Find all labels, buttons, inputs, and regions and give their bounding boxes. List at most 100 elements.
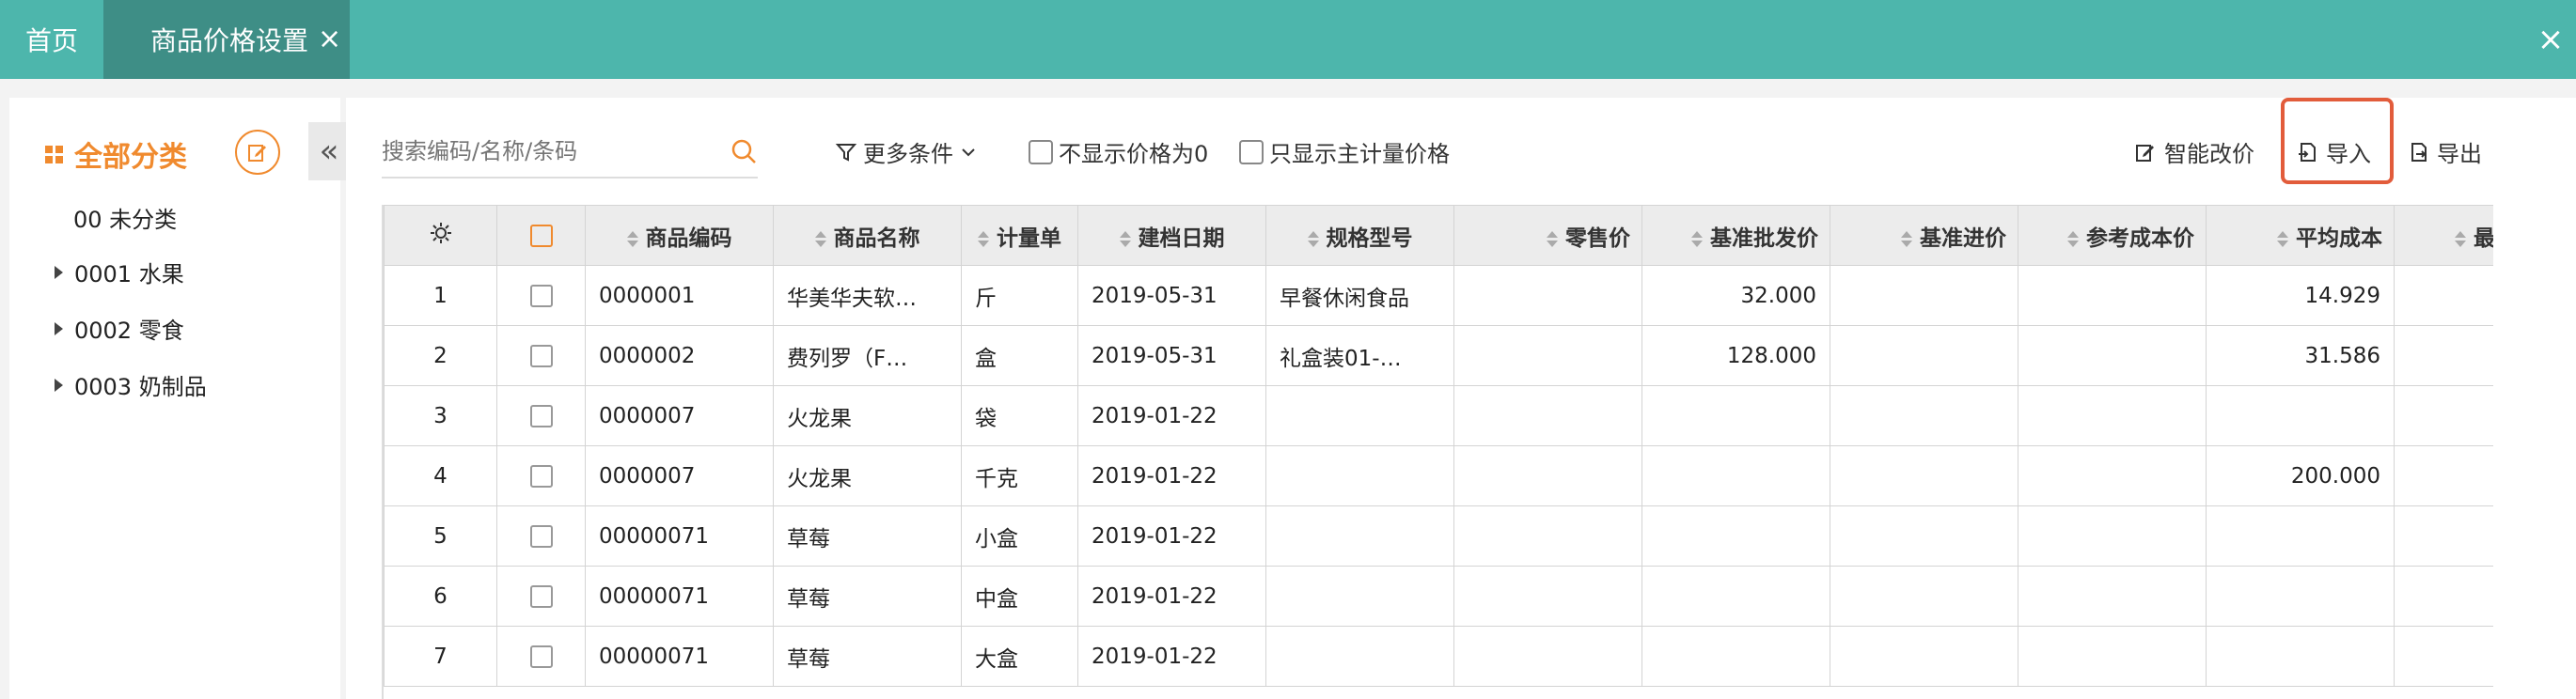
col-header-ref-cost[interactable]: 参考成本价 xyxy=(2018,205,2207,266)
row-select[interactable] xyxy=(496,325,586,386)
cell-ref-cost[interactable] xyxy=(2018,445,2207,506)
cell-ref-cost[interactable] xyxy=(2018,626,2207,687)
row-checkbox[interactable] xyxy=(529,345,553,367)
sort-icon[interactable] xyxy=(2067,230,2079,247)
expand-arrow-icon[interactable] xyxy=(55,378,63,392)
row-checkbox[interactable] xyxy=(529,285,553,307)
cell-retail[interactable] xyxy=(1453,626,1642,687)
edit-category-button[interactable] xyxy=(235,130,280,175)
table-row[interactable]: 7 00000071 草莓 大盒 2019-01-22 xyxy=(384,626,2493,687)
col-header-date[interactable]: 建档日期 xyxy=(1077,205,1266,266)
col-header-name[interactable]: 商品名称 xyxy=(773,205,962,266)
table-row[interactable]: 1 0000001 华美华夫软… 斤 2019-05-31 早餐休闲食品 32.… xyxy=(384,265,2493,326)
window-close-icon[interactable]: × xyxy=(2525,0,2576,79)
cell-retail[interactable] xyxy=(1453,385,1642,446)
tree-item-dairy[interactable]: 0003 奶制品 xyxy=(55,368,207,401)
row-select[interactable] xyxy=(496,265,586,326)
smart-price-button[interactable]: 智能改价 xyxy=(2134,135,2254,168)
cell-ref-cost[interactable] xyxy=(2018,385,2207,446)
sort-icon[interactable] xyxy=(978,230,989,247)
column-settings[interactable] xyxy=(384,205,497,266)
expand-arrow-icon[interactable] xyxy=(55,265,63,279)
row-select[interactable] xyxy=(496,445,586,506)
sort-icon[interactable] xyxy=(1307,230,1319,247)
tree-item-snacks[interactable]: 0002 零食 xyxy=(55,312,184,345)
row-checkbox[interactable] xyxy=(529,585,553,608)
table-row[interactable]: 3 0000007 火龙果 袋 2019-01-22 xyxy=(384,385,2493,446)
cell-purchase[interactable] xyxy=(1830,445,2018,506)
export-button[interactable]: 导出 xyxy=(2407,135,2482,168)
select-all-checkbox[interactable] xyxy=(529,225,553,247)
cell-retail[interactable] xyxy=(1453,265,1642,326)
cell-retail[interactable] xyxy=(1453,325,1642,386)
col-header-avg-cost[interactable]: 平均成本 xyxy=(2206,205,2395,266)
only-main-unit-option[interactable]: 只显示主计量价格 xyxy=(1239,135,1450,168)
cell-wholesale[interactable] xyxy=(1641,505,1830,567)
search-box[interactable] xyxy=(382,126,758,179)
more-conditions-button[interactable]: 更多条件 xyxy=(835,135,978,168)
tree-item-fruit[interactable]: 0001 水果 xyxy=(55,256,184,288)
cell-purchase[interactable] xyxy=(1830,626,2018,687)
cell-wholesale[interactable] xyxy=(1641,566,1830,627)
row-select[interactable] xyxy=(496,385,586,446)
cell-wholesale[interactable] xyxy=(1641,445,1830,506)
cell-retail[interactable] xyxy=(1453,566,1642,627)
col-header-purchase[interactable]: 基准进价 xyxy=(1830,205,2018,266)
hide-zero-price-checkbox[interactable] xyxy=(1029,139,1053,164)
sort-icon[interactable] xyxy=(814,230,826,247)
search-icon[interactable] xyxy=(730,137,758,165)
table-row[interactable]: 2 0000002 费列罗（F… 盒 2019-05-31 礼盒装01-… 12… xyxy=(384,325,2493,386)
import-button[interactable]: 导入 xyxy=(2296,135,2371,168)
sort-icon[interactable] xyxy=(2277,230,2288,247)
row-select[interactable] xyxy=(496,505,586,567)
sort-icon[interactable] xyxy=(1901,230,1912,247)
cell-ref-cost[interactable] xyxy=(2018,265,2207,326)
hide-zero-price-option[interactable]: 不显示价格为0 xyxy=(1029,135,1208,168)
cell-purchase[interactable] xyxy=(1830,505,2018,567)
cell-purchase[interactable] xyxy=(1830,385,2018,446)
cell-retail[interactable] xyxy=(1453,505,1642,567)
col-header-wholesale[interactable]: 基准批发价 xyxy=(1641,205,1830,266)
collapse-panel-button[interactable]: « xyxy=(308,122,350,180)
table-row[interactable]: 6 00000071 草莓 中盒 2019-01-22 xyxy=(384,566,2493,627)
col-header-retail[interactable]: 零售价 xyxy=(1453,205,1642,266)
row-checkbox[interactable] xyxy=(529,465,553,488)
row-checkbox[interactable] xyxy=(529,525,553,548)
col-header-unit[interactable]: 计量单 xyxy=(961,205,1078,266)
sort-icon[interactable] xyxy=(2455,230,2466,247)
tab-price-settings[interactable]: 商品价格设置 × xyxy=(103,0,350,79)
select-all-header[interactable] xyxy=(496,205,586,266)
row-select[interactable] xyxy=(496,566,586,627)
col-header-spec[interactable]: 规格型号 xyxy=(1265,205,1454,266)
tree-item-uncategorized[interactable]: 00 未分类 xyxy=(73,201,177,234)
cell-wholesale[interactable] xyxy=(1641,385,1830,446)
cell-ref-cost[interactable] xyxy=(2018,505,2207,567)
cell-ref-cost[interactable] xyxy=(2018,566,2207,627)
sort-icon[interactable] xyxy=(1691,230,1703,247)
cell-retail[interactable] xyxy=(1453,445,1642,506)
cell-purchase[interactable] xyxy=(1830,566,2018,627)
cell-wholesale[interactable] xyxy=(1641,626,1830,687)
row-select[interactable] xyxy=(496,626,586,687)
sort-icon[interactable] xyxy=(626,230,638,247)
expand-arrow-icon[interactable] xyxy=(55,321,63,335)
tab-home[interactable]: 首页 xyxy=(0,0,103,79)
table-row[interactable]: 5 00000071 草莓 小盒 2019-01-22 xyxy=(384,505,2493,567)
row-checkbox[interactable] xyxy=(529,405,553,427)
search-input[interactable] xyxy=(382,138,692,164)
col-header-more[interactable]: 最 xyxy=(2394,205,2493,266)
cell-purchase[interactable] xyxy=(1830,325,2018,386)
row-checkbox[interactable] xyxy=(529,645,553,668)
sort-icon[interactable] xyxy=(1119,230,1131,247)
sort-icon[interactable] xyxy=(1547,230,1558,247)
close-icon[interactable]: × xyxy=(318,23,341,56)
cell-purchase[interactable] xyxy=(1830,265,2018,326)
cell-wholesale[interactable]: 128.000 xyxy=(1641,325,1830,386)
table-row[interactable]: 4 0000007 火龙果 千克 2019-01-22 200.000 xyxy=(384,445,2493,506)
only-main-unit-checkbox[interactable] xyxy=(1239,139,1264,164)
cell-wholesale[interactable]: 32.000 xyxy=(1641,265,1830,326)
col-header-code[interactable]: 商品编码 xyxy=(585,205,774,266)
category-header[interactable]: 全部分类 xyxy=(45,126,187,182)
cell-ref-cost[interactable] xyxy=(2018,325,2207,386)
cell-spec xyxy=(1265,445,1454,506)
